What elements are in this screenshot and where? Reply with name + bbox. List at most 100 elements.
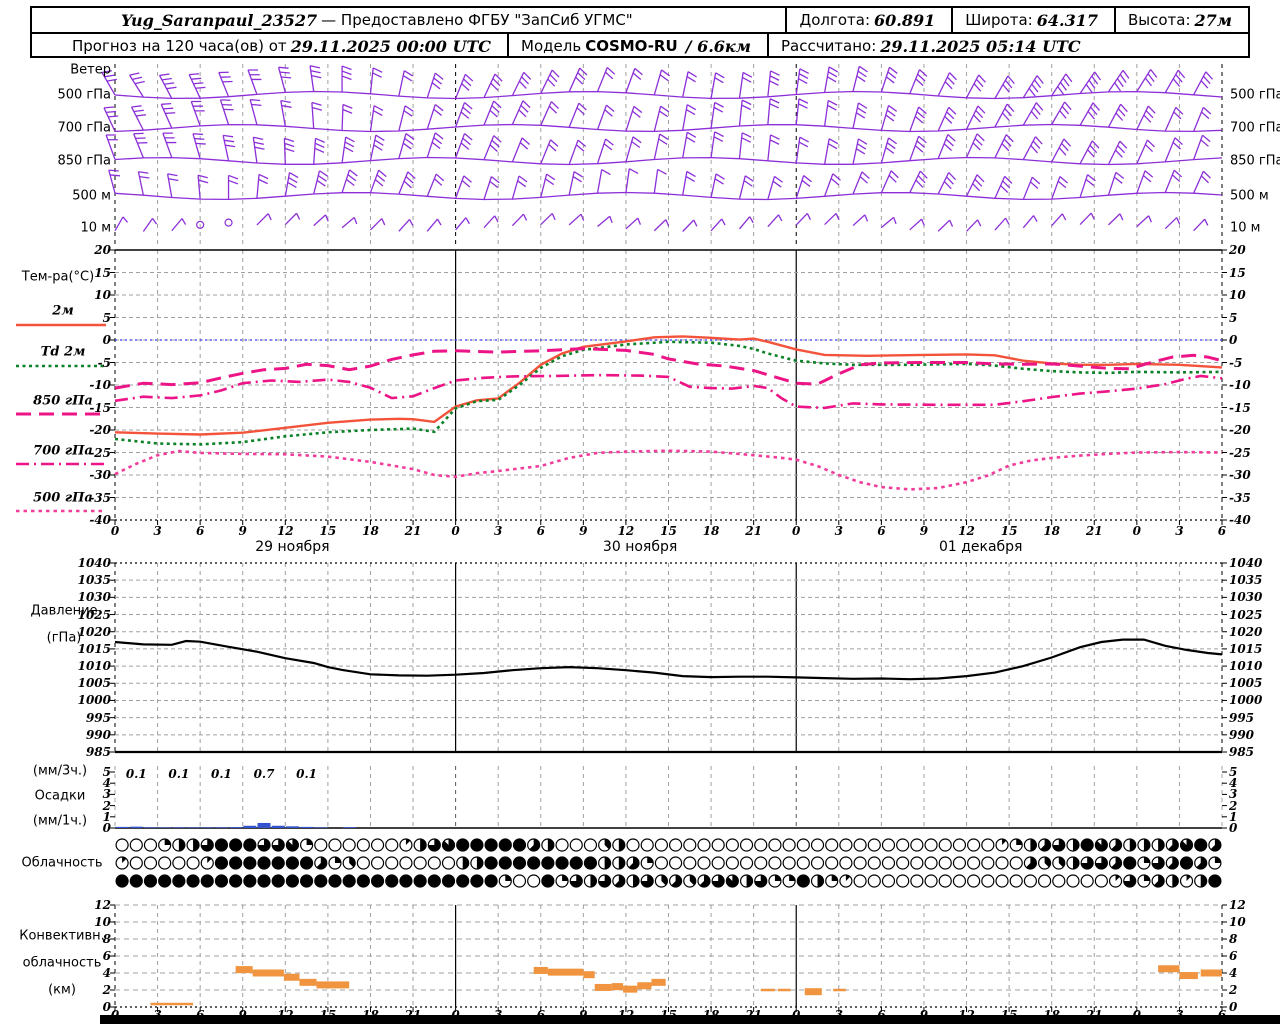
cloud-symbol bbox=[668, 838, 683, 852]
wind-barb-feather bbox=[407, 171, 416, 180]
pressure-ylabel-right: 1025 bbox=[1228, 607, 1263, 622]
wind-barb-feather bbox=[741, 137, 751, 143]
wind-barb-feather bbox=[494, 215, 499, 223]
wind-barb-staff bbox=[540, 139, 552, 165]
cloud-symbol bbox=[484, 874, 498, 888]
wind-barb-staff bbox=[426, 132, 436, 158]
wind-barb-feather bbox=[431, 82, 441, 90]
wind-section-title: Ветер bbox=[70, 62, 111, 78]
wind-barb-feather bbox=[373, 105, 384, 112]
x-hour-label: 6 bbox=[877, 524, 886, 538]
conv-x-hour-label: 15 bbox=[319, 1008, 337, 1022]
header-separator bbox=[951, 8, 954, 32]
wind-barb-feather bbox=[136, 114, 147, 117]
wind-barb-staff bbox=[909, 170, 921, 193]
wind-barb-feather bbox=[770, 70, 780, 76]
wind-barb-feather bbox=[1094, 71, 1102, 81]
wind-barb-feather bbox=[278, 66, 289, 69]
wind-barb-feather bbox=[521, 137, 530, 146]
wind-barb-staff bbox=[162, 132, 173, 158]
cloud-symbol bbox=[697, 838, 711, 852]
wind-barb-feather bbox=[253, 141, 264, 145]
temp-ylabel-right: -25 bbox=[1228, 445, 1251, 460]
wind-barb-feather bbox=[353, 217, 358, 225]
cloud-symbol-fill bbox=[505, 875, 512, 881]
cloud-symbol bbox=[924, 874, 938, 888]
wind-barb-staff bbox=[625, 68, 636, 94]
wind-level-label-right: 500 гПа bbox=[1229, 87, 1280, 103]
wind-barb-feather bbox=[915, 179, 924, 188]
wind-barb-feather bbox=[464, 133, 473, 141]
wind-barb-staff bbox=[190, 101, 201, 127]
x-hour-label: 18 bbox=[362, 524, 379, 538]
cloud-symbol bbox=[967, 838, 981, 852]
wind-barb-feather bbox=[1144, 144, 1154, 153]
wind-barb-feather bbox=[250, 98, 261, 102]
cloud-symbol bbox=[1023, 874, 1038, 888]
wind-barb-feather bbox=[225, 144, 236, 148]
wind-barb-staff bbox=[625, 106, 635, 132]
conv-cloud-segment bbox=[252, 969, 284, 977]
temp-ylabel-left: 5 bbox=[102, 310, 111, 325]
x-hour-label: 18 bbox=[1043, 524, 1061, 538]
wind-barb-feather bbox=[463, 175, 472, 183]
cloud-symbol bbox=[498, 856, 512, 870]
x-hour-label: 0 bbox=[792, 524, 801, 538]
wind-barb-feather bbox=[1059, 110, 1067, 119]
wind-barb-feather bbox=[110, 174, 121, 177]
wind-barb-feather bbox=[198, 179, 209, 184]
wind-barb-feather bbox=[948, 106, 957, 115]
header-box: Yug_Saranpaul_23527 — Предоставлено ФГБУ… bbox=[30, 6, 1250, 58]
conv-section-unit: (км) bbox=[48, 982, 76, 998]
wind-barb-staff bbox=[909, 136, 920, 161]
cloud-symbol bbox=[938, 856, 952, 870]
wind-barb-staff bbox=[710, 218, 723, 232]
wind-barb-staff bbox=[823, 138, 830, 165]
wind-barb-feather bbox=[349, 169, 358, 177]
wind-barb-staff bbox=[738, 132, 743, 159]
wind-barb-feather bbox=[944, 115, 953, 124]
wind-barb-feather bbox=[943, 143, 953, 151]
cloud-symbol-fill bbox=[746, 875, 753, 887]
wind-barb-feather bbox=[464, 73, 474, 82]
conv-section-title-1: Конвективн. bbox=[19, 928, 105, 944]
wind-barb-feather bbox=[164, 82, 175, 85]
cloud-symbol bbox=[1037, 874, 1052, 888]
wind-barb-staff bbox=[710, 72, 717, 99]
x-hour-label: 12 bbox=[958, 524, 975, 538]
conv-ylabel-right: 12 bbox=[1228, 898, 1246, 912]
rain-bar bbox=[243, 825, 257, 828]
wind-barb-feather bbox=[1058, 147, 1067, 156]
wind-barb-feather bbox=[628, 168, 639, 175]
wind-barb-feather bbox=[434, 104, 444, 112]
cloud-symbol bbox=[314, 874, 328, 888]
cloud-symbol bbox=[896, 874, 910, 888]
temp-ylabel-left: 10 bbox=[94, 288, 111, 302]
wind-barb-feather bbox=[659, 110, 669, 118]
wind-barb-feather bbox=[827, 71, 838, 78]
wind-barb-feather bbox=[1172, 78, 1181, 87]
cloud-symbol-fill bbox=[1172, 875, 1179, 887]
cloud-symbol bbox=[640, 838, 654, 852]
wind-barb-feather bbox=[1117, 145, 1126, 154]
wind-barb-feather bbox=[857, 107, 867, 114]
pressure-ylabel-left: 1005 bbox=[77, 676, 111, 691]
wind-barb-feather bbox=[943, 181, 952, 190]
wind-barb-feather bbox=[573, 171, 583, 178]
cloud-symbol-fill bbox=[1143, 839, 1150, 851]
wind-barb-feather bbox=[603, 143, 613, 151]
wind-barb-feather bbox=[545, 178, 555, 186]
pressure-ylabel-right: 990 bbox=[1228, 727, 1255, 742]
cloud-symbol bbox=[271, 874, 285, 888]
cloud-symbol bbox=[370, 874, 385, 888]
cloud-symbol bbox=[158, 856, 172, 870]
cloud-symbol bbox=[342, 838, 356, 852]
cloud-symbol bbox=[385, 874, 399, 888]
x-hour-label: 3 bbox=[494, 524, 503, 538]
wind-barb-feather bbox=[372, 67, 383, 73]
x-hour-label: 9 bbox=[919, 524, 929, 538]
wind-barb-feather bbox=[744, 175, 754, 182]
wind-barb-feather bbox=[978, 74, 986, 83]
wind-barb-feather bbox=[885, 146, 895, 154]
wind-barb-staff bbox=[1051, 176, 1061, 200]
